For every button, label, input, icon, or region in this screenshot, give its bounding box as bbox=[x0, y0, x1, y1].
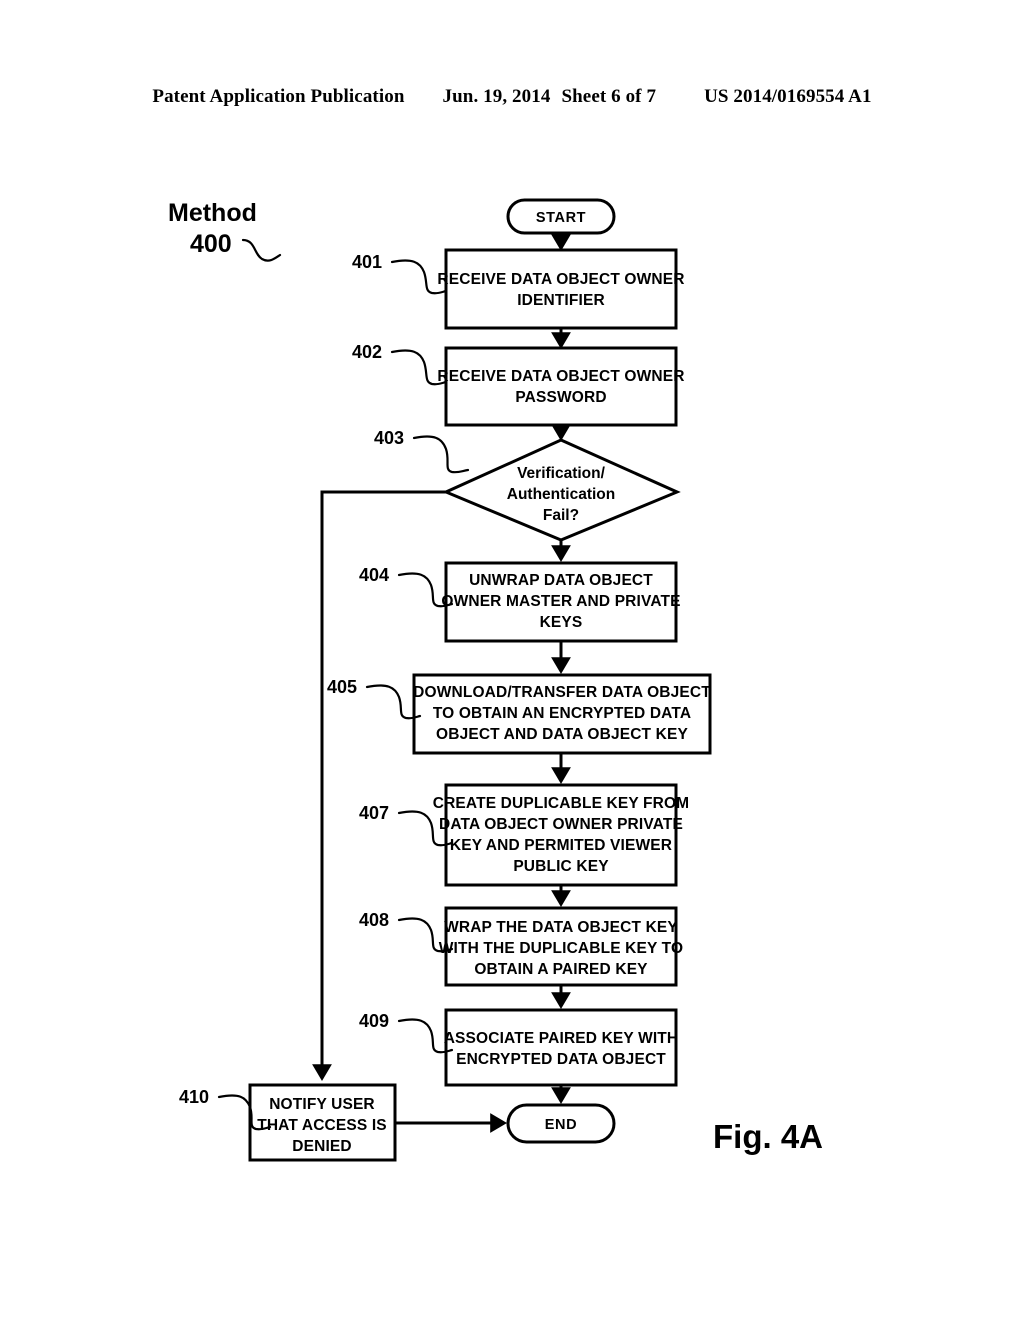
box-407-line-2: DATA OBJECT OWNER PRIVATE bbox=[439, 816, 683, 833]
ref-401-number: 401 bbox=[352, 252, 382, 272]
ref-403: 403 bbox=[374, 428, 470, 474]
diamond-403-line-3: Fail? bbox=[543, 507, 579, 524]
node-402: RECEIVE DATA OBJECT OWNER PASSWORD bbox=[437, 346, 684, 427]
box-401-line-1: RECEIVE DATA OBJECT OWNER bbox=[437, 271, 684, 288]
box-408-line-2: WITH THE DUPLICABLE KEY TO bbox=[439, 940, 683, 957]
node-404: UNWRAP DATA OBJECT OWNER MASTER AND PRIV… bbox=[441, 561, 680, 643]
ref-401: 401 bbox=[352, 252, 448, 295]
node-401: RECEIVE DATA OBJECT OWNER IDENTIFIER bbox=[437, 248, 684, 330]
box-404-line-3: KEYS bbox=[540, 614, 583, 631]
box-410-line-2: THAT ACCESS IS bbox=[257, 1117, 387, 1134]
method-leader-line bbox=[241, 238, 282, 262]
ref-410-number: 410 bbox=[179, 1087, 209, 1107]
ref-402: 402 bbox=[352, 342, 448, 386]
flowchart-svg: Method 400 START RECEIVE DATA OBJECT OWN… bbox=[168, 198, 823, 1162]
node-403: Verification/ Authentication Fail? bbox=[442, 438, 681, 542]
method-label-line1: Method bbox=[168, 199, 257, 227]
ref-405-leader bbox=[365, 684, 422, 720]
node-405: DOWNLOAD/TRANSFER DATA OBJECT TO OBTAIN … bbox=[412, 673, 712, 755]
box-409-line-1: ASSOCIATE PAIRED KEY WITH bbox=[444, 1030, 679, 1047]
box-408-line-3: OBTAIN A PAIRED KEY bbox=[474, 961, 648, 978]
box-408-line-1: WRAP THE DATA OBJECT KEY bbox=[444, 919, 678, 936]
ref-402-number: 402 bbox=[352, 342, 382, 362]
figure-label: Fig. 4A bbox=[713, 1118, 823, 1155]
ref-407-number: 407 bbox=[359, 803, 389, 823]
ref-408-number: 408 bbox=[359, 910, 389, 930]
ref-404-number: 404 bbox=[359, 565, 389, 585]
box-404-line-1: UNWRAP DATA OBJECT bbox=[469, 572, 653, 589]
box-410-line-3: DENIED bbox=[292, 1138, 351, 1155]
box-405-line-1: DOWNLOAD/TRANSFER DATA OBJECT bbox=[413, 684, 711, 701]
method-label-line2: 400 bbox=[190, 230, 232, 258]
box-410-line-1: NOTIFY USER bbox=[269, 1096, 375, 1113]
figure-4a: Method 400 START RECEIVE DATA OBJECT OWN… bbox=[0, 0, 1024, 1320]
node-end: END bbox=[506, 1103, 616, 1144]
end-label: END bbox=[545, 1117, 577, 1133]
box-409-line-2: ENCRYPTED DATA OBJECT bbox=[456, 1051, 666, 1068]
box-407-line-1: CREATE DUPLICABLE KEY FROM bbox=[433, 795, 690, 812]
box-405-line-2: TO OBTAIN AN ENCRYPTED DATA bbox=[433, 705, 691, 722]
box-402-line-2: PASSWORD bbox=[515, 389, 606, 406]
node-409: ASSOCIATE PAIRED KEY WITH ENCRYPTED DATA… bbox=[444, 1008, 679, 1087]
box-407-line-4: PUBLIC KEY bbox=[513, 858, 609, 875]
ref-403-leader bbox=[412, 435, 470, 474]
box-405-line-3: OBJECT AND DATA OBJECT KEY bbox=[436, 726, 688, 743]
diamond-403-line-2: Authentication bbox=[507, 486, 616, 503]
node-407: CREATE DUPLICABLE KEY FROM DATA OBJECT O… bbox=[433, 783, 690, 887]
ref-409-number: 409 bbox=[359, 1011, 389, 1031]
box-402 bbox=[444, 346, 678, 427]
box-409 bbox=[444, 1008, 678, 1087]
box-404-line-2: OWNER MASTER AND PRIVATE bbox=[441, 593, 680, 610]
box-401 bbox=[444, 248, 678, 330]
box-407-line-3: KEY AND PERMITED VIEWER bbox=[450, 837, 672, 854]
box-401-line-2: IDENTIFIER bbox=[517, 292, 605, 309]
node-410: NOTIFY USER THAT ACCESS IS DENIED bbox=[248, 1083, 397, 1162]
patent-page: Patent Application Publication Jun. 19, … bbox=[0, 0, 1024, 1320]
method-label: Method 400 bbox=[168, 199, 282, 262]
diamond-403-line-1: Verification/ bbox=[517, 465, 606, 482]
start-label: START bbox=[536, 210, 586, 226]
node-start: START bbox=[506, 198, 616, 235]
ref-405-number: 405 bbox=[327, 677, 357, 697]
ref-409: 409 bbox=[359, 1011, 454, 1054]
node-408: WRAP THE DATA OBJECT KEY WITH THE DUPLIC… bbox=[439, 906, 683, 987]
ref-404: 404 bbox=[359, 565, 454, 608]
box-402-line-1: RECEIVE DATA OBJECT OWNER bbox=[437, 368, 684, 385]
ref-405: 405 bbox=[327, 677, 422, 720]
ref-403-number: 403 bbox=[374, 428, 404, 448]
